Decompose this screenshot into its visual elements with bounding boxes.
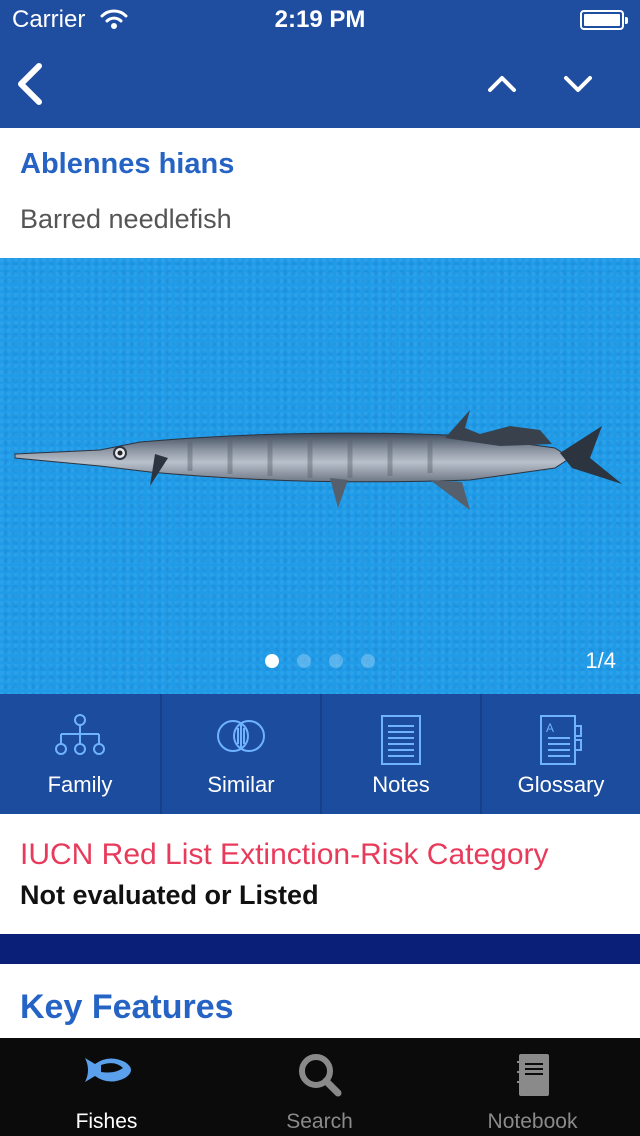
chevron-left-icon (18, 63, 42, 105)
species-title-section: Ablennes hians Barred needlefish (0, 128, 640, 258)
tab-search-label: Search (286, 1110, 353, 1133)
similar-venn-icon (214, 714, 268, 763)
common-name: Barred needlefish (20, 204, 232, 234)
family-tree-icon (53, 714, 107, 763)
species-toolbar: Family Similar Notes A Glossary (0, 694, 640, 814)
glossary-book-icon: A (538, 714, 584, 771)
page-dot[interactable] (297, 654, 311, 668)
family-button[interactable]: Family (0, 694, 160, 814)
svg-text:A: A (546, 721, 554, 735)
chevron-up-icon (488, 76, 516, 92)
search-icon (297, 1052, 343, 1103)
chevron-down-icon (564, 76, 592, 92)
iucn-title: IUCN Red List Extinction-Risk Category (20, 838, 549, 871)
iucn-status: Not evaluated or Listed (20, 880, 319, 910)
status-bar: Carrier 2:19 PM (0, 0, 640, 40)
notes-label: Notes (372, 772, 430, 797)
notes-button[interactable]: Notes (320, 694, 480, 814)
next-species-button[interactable] (550, 56, 606, 112)
similar-button[interactable]: Similar (160, 694, 320, 814)
page-dot[interactable] (361, 654, 375, 668)
tab-search[interactable]: Search (213, 1038, 426, 1136)
battery-icon (580, 10, 628, 30)
glossary-button[interactable]: A Glossary (480, 694, 640, 814)
back-button[interactable] (2, 56, 58, 112)
tab-fishes[interactable]: Fishes (0, 1038, 213, 1136)
previous-species-button[interactable] (474, 56, 530, 112)
fish-image (14, 410, 622, 510)
page-dot[interactable] (265, 654, 279, 668)
page-indicator[interactable] (0, 654, 640, 674)
similar-label: Similar (207, 772, 275, 797)
iucn-section: IUCN Red List Extinction-Risk Category N… (0, 814, 640, 934)
family-label: Family (47, 772, 113, 797)
glossary-label: Glossary (517, 772, 605, 797)
key-features-heading: Key Features (20, 988, 234, 1026)
navigation-header: Carrier 2:19 PM (0, 0, 640, 128)
section-divider (0, 934, 640, 964)
status-time: 2:19 PM (274, 6, 366, 33)
tab-bar: Fishes Search Notebook (0, 1038, 640, 1136)
tab-notebook-label: Notebook (487, 1110, 578, 1133)
image-gallery[interactable]: 1/4 (0, 258, 640, 694)
page-counter: 1/4 (585, 648, 616, 673)
fish-icon (81, 1052, 133, 1093)
page-dot[interactable] (329, 654, 343, 668)
tab-notebook[interactable]: Notebook (426, 1038, 639, 1136)
scientific-name: Ablennes hians (20, 148, 235, 180)
notebook-icon (515, 1052, 551, 1103)
notes-icon (379, 714, 423, 771)
tab-fishes-label: Fishes (75, 1110, 138, 1133)
